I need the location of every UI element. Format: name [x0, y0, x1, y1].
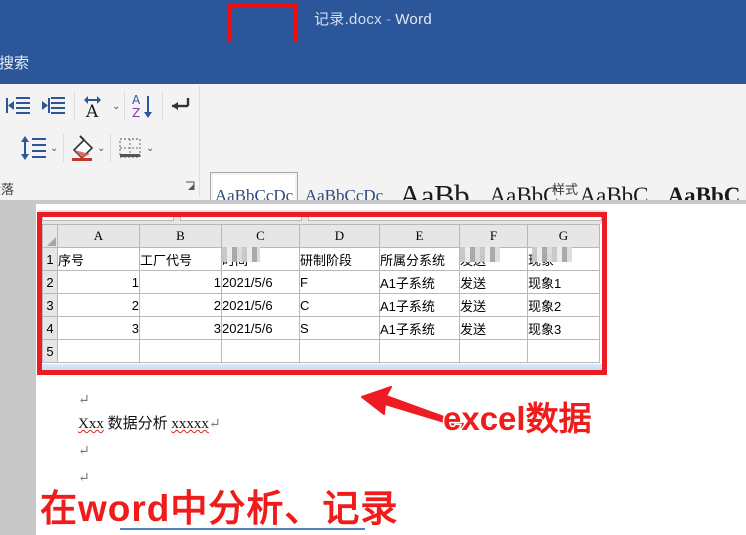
paragraph-mark: ↵	[78, 393, 90, 408]
group-label-styles: 样式	[552, 182, 579, 197]
svg-text:A: A	[85, 102, 99, 122]
misspelled-word-prefix: Xxx	[78, 416, 104, 432]
annotation-excel-data: excel数据	[442, 399, 594, 439]
chevron-down-icon[interactable]: ⌄	[146, 143, 154, 154]
ribbon-divider	[110, 134, 111, 162]
title-bar: 记录.docx - Word	[0, 0, 746, 50]
chevron-down-icon[interactable]: ⌄	[97, 143, 105, 154]
paragraph-dialog-launcher-icon[interactable]	[185, 180, 197, 198]
sort-ascending-text-icon[interactable]: A	[80, 90, 114, 122]
svg-text:A: A	[132, 93, 141, 107]
ribbon-divider	[74, 92, 75, 120]
title-separator: -	[385, 11, 392, 28]
ribbon-divider	[162, 92, 163, 120]
ribbon: A ⌄ A Z ⌄ ⌄ ⌄ AaBbCcDc AaBbCcDc AaBb AaB…	[0, 84, 746, 246]
increase-indent-icon[interactable]	[37, 90, 71, 122]
ribbon-divider	[124, 92, 125, 120]
ribbon-group-divider	[199, 86, 200, 196]
annotation-word-analysis: 在word中分析、记录	[38, 487, 399, 531]
window-title: 记录.docx - Word	[0, 8, 746, 29]
search-input-label[interactable]: 明搜索	[0, 52, 29, 73]
document-body-line[interactable]: Xxx 数据分析 xxxxx↵	[78, 412, 221, 433]
svg-text:Z: Z	[132, 106, 140, 120]
group-label-paragraph: 段落	[0, 182, 15, 197]
ribbon-divider	[63, 134, 64, 162]
body-text-middle: 数据分析	[103, 416, 172, 432]
paragraph-mark: ↵	[208, 417, 221, 432]
search-bar[interactable]: 明搜索	[0, 42, 746, 84]
sort-az-icon[interactable]: A Z	[128, 90, 162, 122]
document-name: 记录.docx	[313, 11, 382, 28]
chevron-down-icon[interactable]: ⌄	[50, 143, 58, 154]
line-spacing-icon[interactable]	[18, 132, 52, 164]
chevron-down-icon[interactable]: ⌄	[112, 101, 120, 112]
paragraph-mark: ↵	[78, 444, 90, 459]
application-name: Word	[395, 11, 433, 28]
borders-icon[interactable]	[113, 132, 147, 164]
excel-region-highlight-box	[37, 212, 607, 375]
shading-icon[interactable]	[66, 132, 100, 164]
misspelled-word-suffix: xxxxx	[171, 416, 209, 432]
decrease-indent-icon[interactable]	[2, 90, 36, 122]
show-formatting-marks-icon[interactable]	[166, 90, 200, 122]
page-left-margin-shade	[0, 200, 36, 535]
